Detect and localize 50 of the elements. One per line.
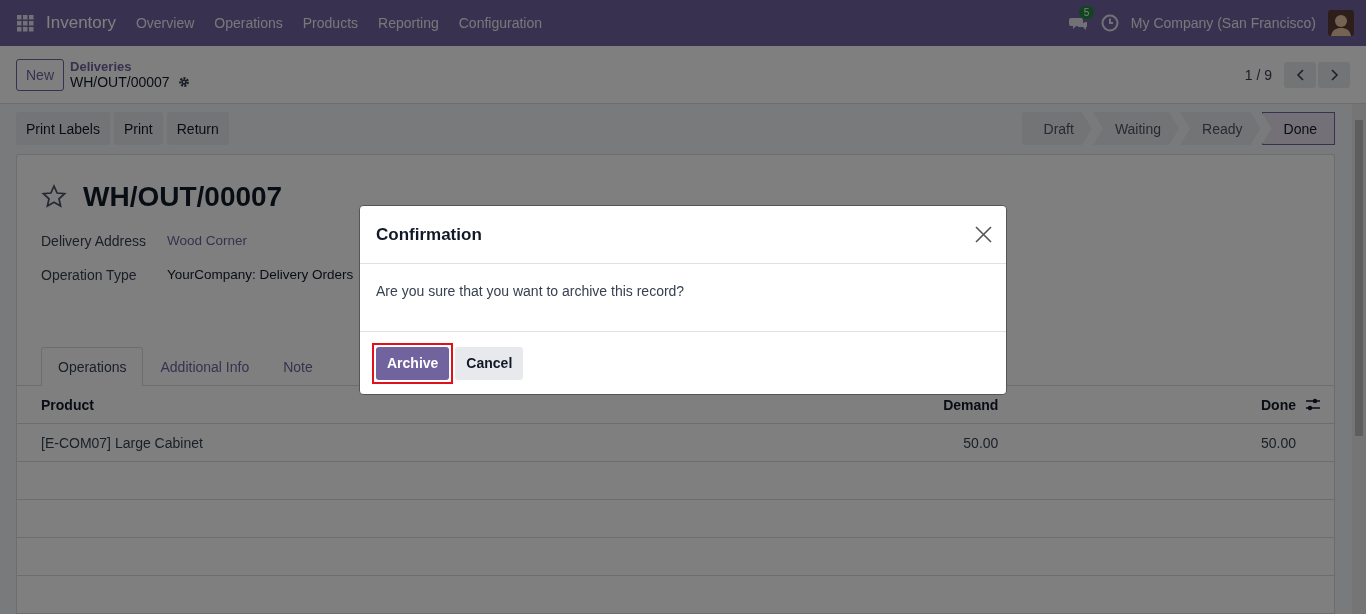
- action-button[interactable]: Return: [166, 112, 229, 145]
- app-name[interactable]: Inventory: [46, 13, 116, 33]
- table-cell: 50.00: [1260, 434, 1296, 451]
- status-stage[interactable]: Draft: [1021, 112, 1092, 145]
- dialog-title: Confirmation: [376, 224, 482, 245]
- chevron-right-icon: [1329, 68, 1339, 81]
- cancel-button[interactable]: Cancel: [455, 346, 524, 380]
- column-header[interactable]: Done: [1261, 396, 1296, 413]
- chevron-left-icon: [1295, 68, 1305, 81]
- menu-item[interactable]: Configuration: [448, 15, 552, 31]
- field-label: Operation Type: [41, 267, 138, 283]
- pager-value: 1 / 9: [1244, 66, 1272, 83]
- table-cell: 50.00: [963, 434, 999, 451]
- column-header[interactable]: Demand: [943, 396, 999, 413]
- field-label: Delivery Address: [41, 233, 148, 249]
- avatar-icon[interactable]: [1328, 10, 1354, 36]
- status-stage[interactable]: Done: [1261, 112, 1335, 145]
- field-value: YourCompany: Delivery Orders: [167, 267, 355, 283]
- record-title: WH/OUT/00007: [83, 181, 283, 213]
- breadcrumb-link[interactable]: Deliveries: [70, 59, 190, 74]
- menu-item[interactable]: Operations: [204, 15, 293, 31]
- star-icon[interactable]: [41, 184, 67, 210]
- archive-button[interactable]: Archive: [376, 346, 450, 380]
- menu-item[interactable]: Products: [292, 15, 369, 31]
- tab[interactable]: Operations: [41, 347, 144, 386]
- column-header[interactable]: Product: [41, 396, 94, 413]
- tab[interactable]: Additional Info: [143, 347, 267, 386]
- close-button[interactable]: [975, 226, 992, 243]
- notification-badge: 5: [1078, 6, 1095, 19]
- settings-icon[interactable]: [177, 76, 190, 88]
- action-button[interactable]: Print: [113, 112, 163, 145]
- previous-button[interactable]: [1284, 61, 1316, 88]
- menu-item[interactable]: Reporting: [368, 15, 449, 31]
- next-button[interactable]: [1318, 61, 1350, 88]
- status-stage[interactable]: Waiting: [1092, 112, 1180, 145]
- chat-icon[interactable]: [1068, 15, 1087, 31]
- table-cell: [E-COM07] Large Cabinet: [41, 434, 203, 451]
- scrollbar[interactable]: [1352, 104, 1366, 614]
- action-button[interactable]: Print Labels: [16, 112, 110, 145]
- apps-menu-icon[interactable]: [17, 14, 34, 32]
- dialog-message: Are you sure that you want to archive this record?: [360, 264, 1006, 332]
- company-switcher[interactable]: My Company (San Francisco): [1130, 15, 1316, 31]
- close-icon: [975, 226, 992, 243]
- new-button[interactable]: New: [16, 58, 64, 91]
- clock-icon[interactable]: [1100, 14, 1119, 32]
- optional-columns-icon[interactable]: [1306, 398, 1320, 411]
- menu-item[interactable]: Overview: [125, 15, 205, 31]
- tab[interactable]: Note: [266, 347, 330, 386]
- record-name: WH/OUT/00007: [70, 74, 170, 90]
- status-stage[interactable]: Ready: [1180, 112, 1261, 145]
